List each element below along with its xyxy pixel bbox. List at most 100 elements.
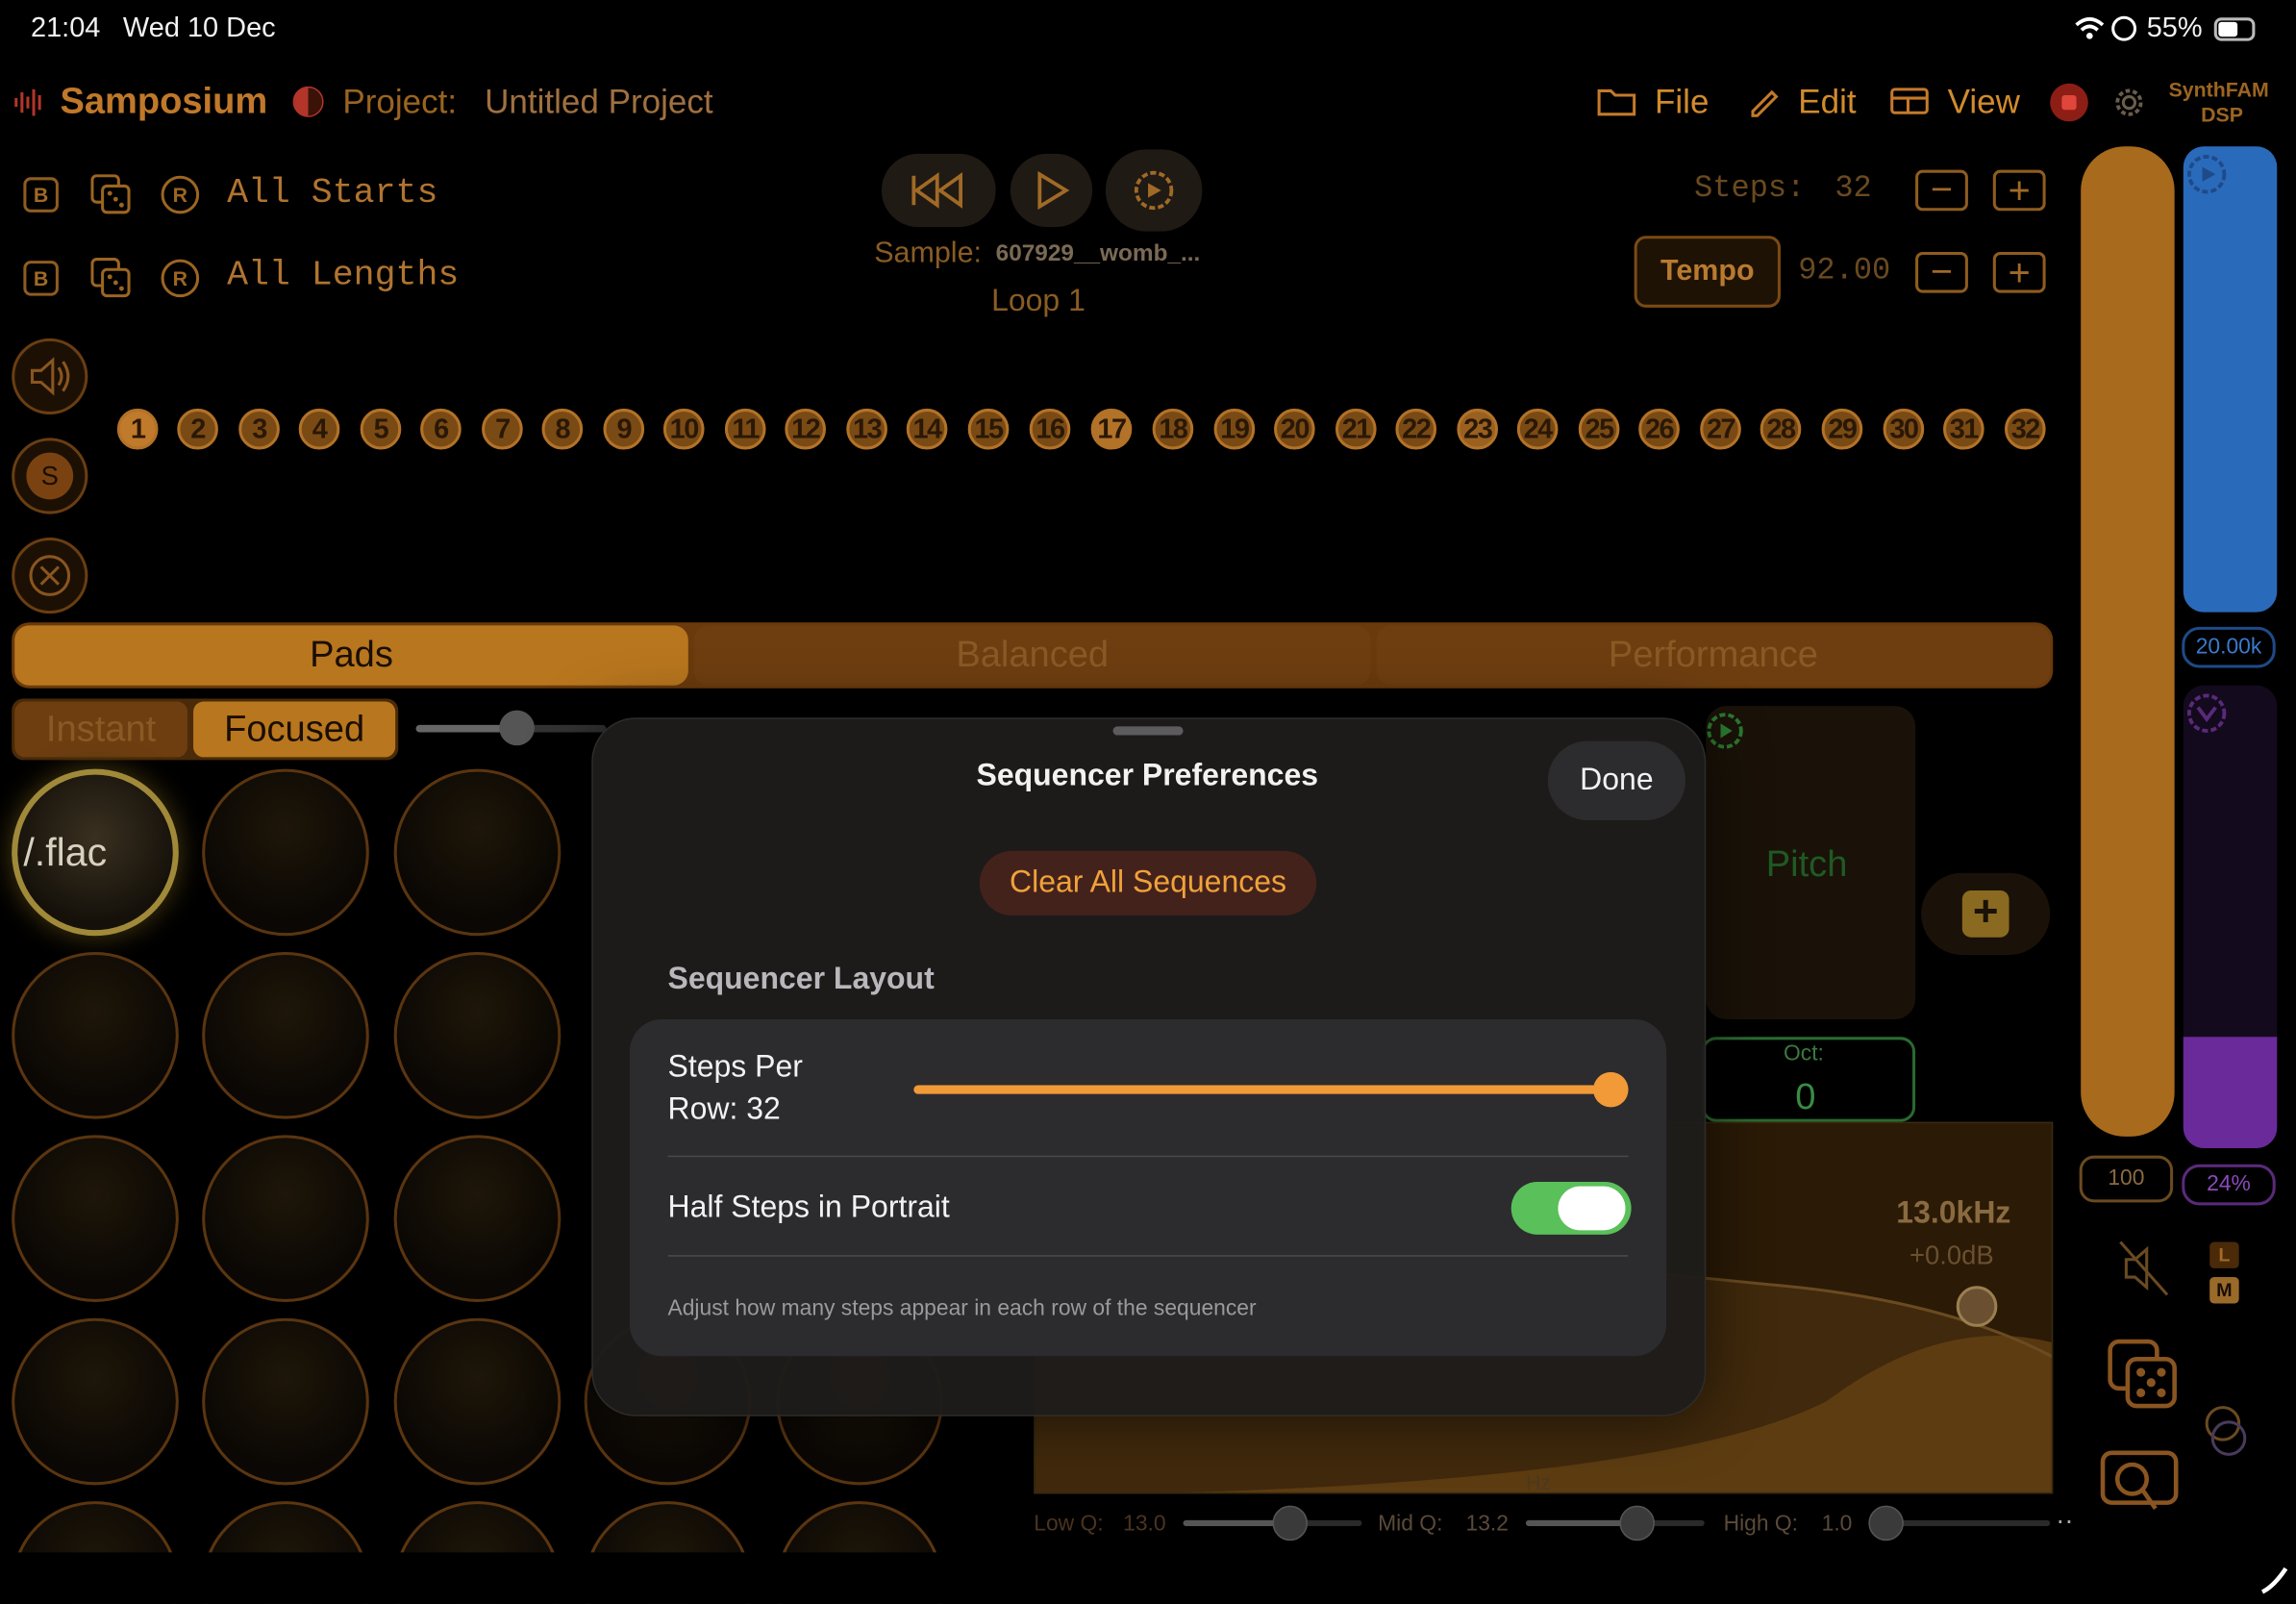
mode-instant-button[interactable]: Instant: [14, 701, 187, 758]
step-17[interactable]: 17: [1090, 408, 1133, 450]
search-browse-icon[interactable]: [2097, 1444, 2184, 1528]
step-26[interactable]: 26: [1638, 408, 1680, 450]
mode-focused-button[interactable]: Focused: [193, 701, 396, 758]
pad-11[interactable]: [202, 1317, 369, 1486]
steps-minus-button[interactable]: −: [1915, 170, 1968, 212]
filter-gear-icon[interactable]: [2182, 149, 2232, 206]
link-circles-icon[interactable]: [2200, 1403, 2253, 1469]
pad-12[interactable]: [393, 1317, 562, 1486]
step-9[interactable]: 9: [603, 408, 645, 450]
file-menu-button[interactable]: File: [1655, 82, 1709, 121]
step-28[interactable]: 28: [1759, 408, 1802, 450]
starts-r-button[interactable]: R: [161, 175, 200, 214]
pad-2[interactable]: [202, 768, 369, 937]
master-volume-bar[interactable]: [2081, 146, 2175, 1137]
pad-8[interactable]: [202, 1135, 369, 1302]
m-badge[interactable]: M: [2209, 1277, 2239, 1304]
mid-q-knob[interactable]: [1619, 1505, 1655, 1541]
step-25[interactable]: 25: [1578, 408, 1620, 450]
step-3[interactable]: 3: [238, 408, 280, 450]
step-31[interactable]: 31: [1943, 408, 1984, 450]
pencil-corner-icon[interactable]: [2257, 1563, 2292, 1604]
step-13[interactable]: 13: [846, 408, 887, 450]
pad-7[interactable]: [12, 1135, 179, 1302]
clear-all-sequences-button[interactable]: Clear All Sequences: [979, 850, 1317, 915]
sheet-grabber[interactable]: [1112, 726, 1184, 736]
play-button[interactable]: [1010, 153, 1093, 228]
view-menu-button[interactable]: View: [1948, 82, 2020, 121]
steps-per-row-slider[interactable]: [913, 1085, 1611, 1094]
lengths-r-button[interactable]: R: [161, 259, 200, 298]
step-15[interactable]: 15: [967, 408, 1010, 450]
pad-6[interactable]: [393, 951, 562, 1119]
filter-bar-track[interactable]: [2183, 146, 2278, 613]
step-12[interactable]: 12: [785, 408, 826, 450]
tempo-button[interactable]: Tempo: [1634, 236, 1781, 308]
steps-plus-button[interactable]: +: [1992, 169, 2046, 212]
volume-button[interactable]: [12, 338, 88, 415]
record-indicator-icon[interactable]: [292, 86, 324, 117]
more-dots-icon[interactable]: ··: [2056, 1506, 2073, 1537]
step-2[interactable]: 2: [177, 408, 218, 450]
lengths-dice-icon[interactable]: [90, 258, 132, 306]
starts-dice-icon[interactable]: [90, 174, 132, 222]
tempo-value[interactable]: 92.00: [1798, 255, 1890, 288]
step-27[interactable]: 27: [1700, 408, 1741, 450]
pad-9[interactable]: [393, 1135, 562, 1302]
pad-5[interactable]: [202, 951, 369, 1119]
done-button[interactable]: Done: [1547, 740, 1685, 820]
step-24[interactable]: 24: [1516, 408, 1559, 450]
step-22[interactable]: 22: [1395, 408, 1437, 450]
purple-gear-icon[interactable]: [2182, 689, 2232, 745]
clear-x-button[interactable]: [12, 537, 88, 614]
purple-bar-track[interactable]: [2183, 685, 2278, 1149]
transport-gear-button[interactable]: [1105, 149, 1203, 232]
all-starts-label[interactable]: All Starts: [227, 174, 437, 213]
high-q-slider[interactable]: [1885, 1519, 2051, 1526]
steps-per-row-slider-thumb[interactable]: [1593, 1071, 1629, 1108]
tab-pads[interactable]: Pads: [14, 625, 688, 686]
eq-band-handle[interactable]: [1956, 1286, 1998, 1327]
l-badge[interactable]: L: [2209, 1241, 2239, 1268]
mute-speaker-icon[interactable]: [2114, 1236, 2173, 1308]
edit-menu-button[interactable]: Edit: [1798, 82, 1856, 121]
solo-button[interactable]: S: [12, 438, 88, 514]
pitch-gear-icon[interactable]: [1703, 709, 1747, 760]
step-16[interactable]: 16: [1029, 408, 1071, 450]
stop-record-button[interactable]: [2050, 83, 2088, 122]
tempo-plus-button[interactable]: +: [1992, 251, 2046, 293]
lengths-b-button[interactable]: B: [23, 261, 59, 296]
starts-b-button[interactable]: B: [23, 177, 59, 213]
half-steps-toggle[interactable]: [1510, 1182, 1632, 1235]
step-11[interactable]: 11: [724, 408, 766, 450]
step-21[interactable]: 21: [1335, 408, 1377, 450]
tempo-minus-button[interactable]: −: [1915, 251, 1968, 293]
step-8[interactable]: 8: [541, 408, 584, 450]
step-20[interactable]: 20: [1274, 408, 1315, 450]
randomize-dice-icon[interactable]: [2106, 1337, 2182, 1420]
step-5[interactable]: 5: [360, 408, 402, 450]
step-10[interactable]: 10: [662, 408, 705, 450]
all-lengths-label[interactable]: All Lengths: [227, 257, 459, 296]
pad-size-slider-knob[interactable]: [499, 710, 535, 746]
step-4[interactable]: 4: [298, 408, 340, 450]
rewind-button[interactable]: [881, 153, 996, 228]
pad-1[interactable]: /.flac: [12, 768, 179, 937]
tab-balanced[interactable]: Balanced: [693, 625, 1371, 686]
step-32[interactable]: 32: [2004, 408, 2046, 450]
add-effect-button[interactable]: +: [1921, 872, 2051, 955]
pad-4[interactable]: [12, 951, 179, 1119]
settings-gear-icon[interactable]: [2109, 82, 2150, 130]
pad-3[interactable]: [393, 768, 562, 937]
mid-q-slider[interactable]: [1525, 1519, 1705, 1526]
step-30[interactable]: 30: [1883, 408, 1925, 450]
high-q-knob[interactable]: [1868, 1505, 1904, 1541]
step-23[interactable]: 23: [1457, 408, 1499, 450]
step-1[interactable]: 1: [116, 408, 159, 450]
step-6[interactable]: 6: [420, 408, 462, 450]
step-7[interactable]: 7: [482, 408, 523, 450]
low-q-knob[interactable]: [1272, 1505, 1309, 1541]
step-19[interactable]: 19: [1213, 408, 1256, 450]
step-18[interactable]: 18: [1152, 408, 1194, 450]
tab-performance[interactable]: Performance: [1376, 625, 2051, 686]
